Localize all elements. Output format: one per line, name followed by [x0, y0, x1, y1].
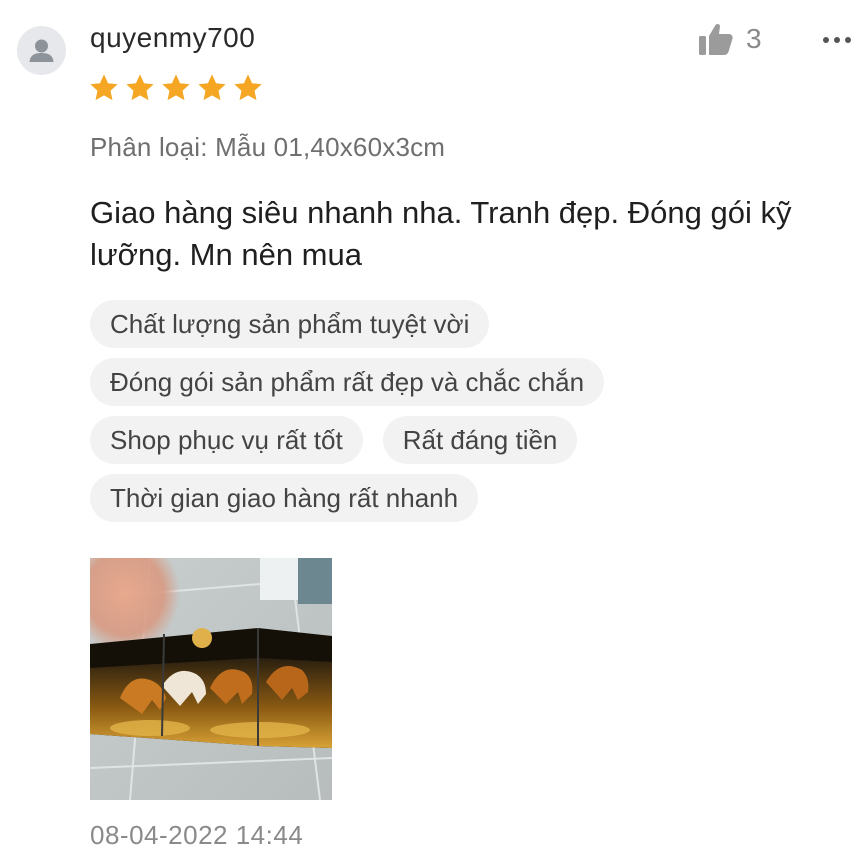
like-count: 3 [746, 23, 762, 54]
review-tag: Shop phục vụ rất tốt [90, 416, 363, 464]
review-comment: Giao hàng siêu nhanh nha. Tranh đẹp. Đón… [90, 195, 792, 272]
review-tag: Chất lượng sản phẩm tuyệt vời [90, 300, 490, 348]
username[interactable]: quyenmy700 [90, 22, 255, 54]
star-rating [88, 72, 264, 104]
star-icon [124, 72, 156, 104]
review-tag: Đóng gói sản phẩm rất đẹp và chắc chắn [90, 358, 605, 406]
more-dots-icon [823, 37, 851, 43]
review-card: quyenmy700 3 Phân loại: Mẫu 01,40x60x3cm… [0, 0, 867, 867]
review-photo-image [90, 558, 332, 800]
more-options-button[interactable] [820, 30, 854, 50]
star-icon [232, 72, 264, 104]
review-timestamp: 08-04-2022 14:44 [90, 820, 304, 850]
like-button[interactable]: 3 [698, 22, 762, 56]
star-icon [196, 72, 228, 104]
star-icon [88, 72, 120, 104]
review-tag: Rất đáng tiền [382, 416, 578, 464]
product-variation: Phân loại: Mẫu 01,40x60x3cm [90, 132, 446, 162]
review-photo[interactable] [90, 558, 332, 800]
review-tag: Thời gian giao hàng rất nhanh [90, 474, 479, 522]
star-icon [160, 72, 192, 104]
avatar[interactable] [17, 26, 66, 75]
user-silhouette-icon [29, 39, 54, 62]
review-tags: Chất lượng sản phẩm tuyệt vời Đóng gói s… [90, 300, 830, 522]
thumbs-up-icon [699, 23, 733, 55]
